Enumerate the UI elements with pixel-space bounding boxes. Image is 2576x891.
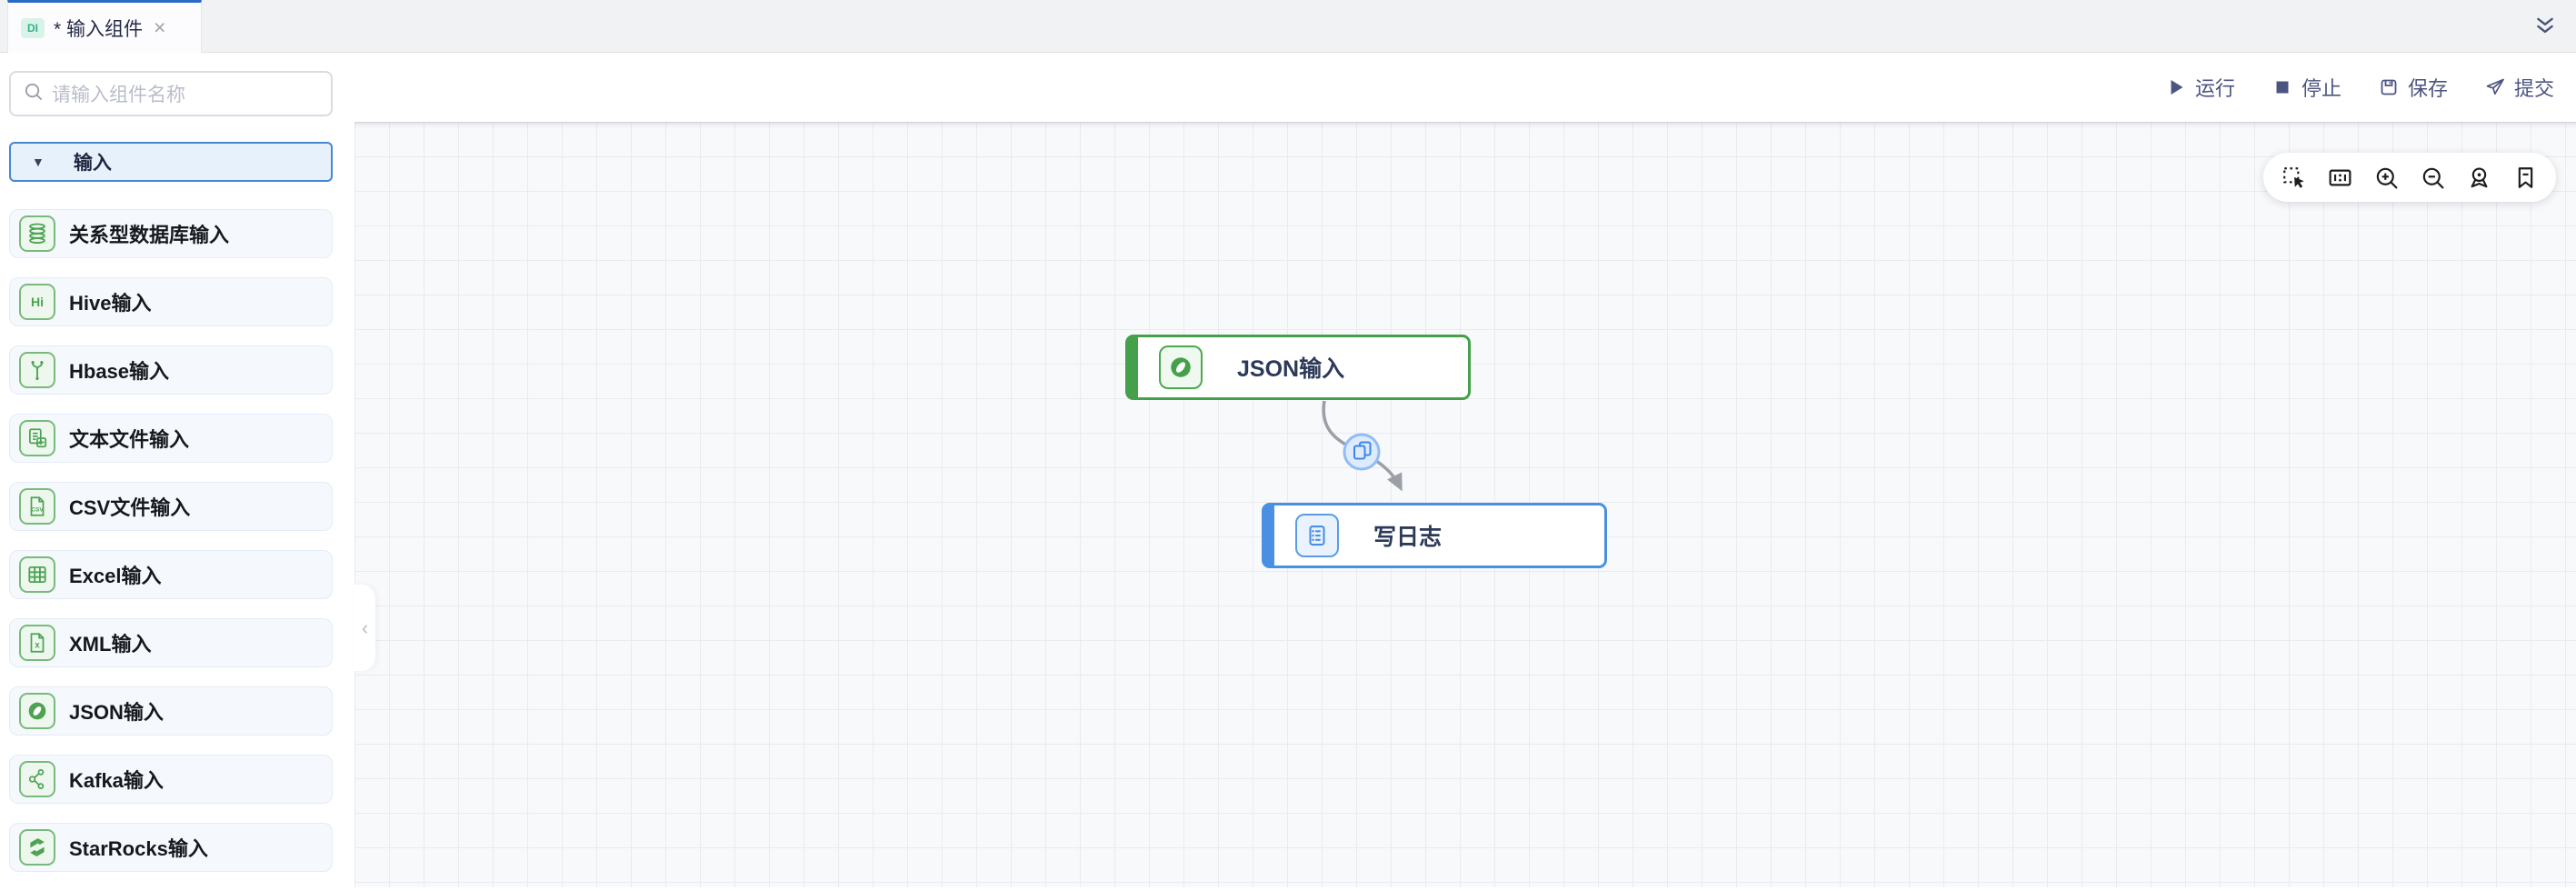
component-item-label: Hive输入 (69, 292, 152, 315)
node-accent-bar (1127, 336, 1138, 398)
component-item[interactable]: JSON输入 (9, 686, 333, 736)
zoom-out-icon[interactable] (2417, 162, 2448, 193)
marquee-select-icon[interactable] (2279, 162, 2310, 193)
edge-copy-badge (1343, 433, 1381, 471)
component-item[interactable]: 文本文件输入 (9, 414, 333, 463)
component-sidebar: 请输入组件名称 ▼ 输入 关系型数据库输入 Hi Hive输入 Hbase输入 文本文件… (0, 53, 354, 887)
log-icon (1295, 514, 1339, 557)
svg-text:CSV: CSV (31, 506, 44, 513)
flow-edge (1322, 400, 1403, 492)
search-icon (23, 81, 44, 106)
component-item-label: Hbase输入 (69, 360, 170, 383)
tab-title: * 输入组件 (54, 18, 144, 40)
flow-canvas[interactable]: 运行 停止 保存 提交 JSON输入 写日志 ‹ (354, 53, 2576, 887)
canvas-toolbar (2263, 153, 2556, 202)
double-chevron-down-icon[interactable] (2529, 10, 2561, 43)
locate-icon[interactable] (2463, 162, 2494, 193)
svg-text:Hi: Hi (31, 295, 44, 309)
action-label: 运行 (2194, 77, 2235, 100)
node-label: JSON输入 (1237, 356, 1345, 382)
flow-grid[interactable]: JSON输入 写日志 ‹ (354, 122, 2576, 887)
component-item[interactable]: Hi Hive输入 (9, 277, 333, 326)
component-item-label: XML输入 (69, 633, 152, 656)
caret-down-icon: ▼ (32, 155, 45, 169)
json-icon (1159, 345, 1203, 389)
stop-icon (2271, 76, 2293, 98)
component-item-label: CSV文件输入 (69, 496, 191, 519)
component-item[interactable]: Excel输入 (9, 550, 333, 599)
component-item-label: 关系型数据库输入 (69, 224, 230, 246)
bookmark-icon[interactable] (2510, 162, 2541, 193)
save-icon (2378, 76, 2400, 98)
component-item[interactable]: x XML输入 (9, 618, 333, 667)
section-header-input[interactable]: ▼ 输入 (9, 142, 333, 182)
component-item-label: JSON输入 (69, 701, 164, 724)
component-item-label: 文本文件输入 (69, 428, 190, 451)
canvas-actions: 运行 停止 保存 提交 (2165, 53, 2576, 122)
tab-close-icon[interactable]: × (154, 17, 165, 38)
section-label: 输入 (73, 153, 112, 174)
component-item-label: Excel输入 (69, 565, 162, 587)
node-json-input[interactable]: JSON输入 (1125, 335, 1471, 400)
run-button[interactable]: 运行 (2165, 73, 2235, 102)
component-item[interactable]: CSV CSV文件输入 (9, 482, 333, 531)
text-file-icon (19, 420, 55, 456)
zoom-in-icon[interactable] (2371, 162, 2402, 193)
action-label: 停止 (2301, 77, 2341, 100)
tab-bar: DI * 输入组件 × (0, 0, 2576, 53)
di-badge: DI (21, 17, 45, 38)
search-input[interactable]: 请输入组件名称 (9, 71, 333, 116)
component-item-label: StarRocks输入 (69, 837, 208, 860)
component-item[interactable]: StarRocks输入 (9, 823, 333, 872)
tab-input-components[interactable]: DI * 输入组件 × (7, 0, 202, 53)
sidebar-collapse-handle[interactable]: ‹ (354, 585, 375, 671)
json-icon (19, 693, 55, 729)
action-label: 提交 (2513, 77, 2554, 100)
submit-button[interactable]: 提交 (2484, 73, 2554, 102)
fit-view-icon[interactable] (2325, 162, 2356, 193)
hive-icon: Hi (19, 284, 55, 320)
node-accent-bar (1263, 505, 1274, 566)
search-placeholder: 请输入组件名称 (52, 85, 185, 105)
node-write-log[interactable]: 写日志 (1262, 503, 1607, 568)
component-list: 关系型数据库输入 Hi Hive输入 Hbase输入 文本文件输入 CSV CSV文件输入 E… (9, 209, 333, 891)
chevron-left-icon: ‹ (361, 616, 369, 639)
component-item[interactable]: Hbase输入 (9, 345, 333, 395)
starrocks-icon (19, 829, 55, 866)
save-button[interactable]: 保存 (2378, 73, 2448, 102)
csv-file-icon: CSV (19, 488, 55, 525)
kafka-icon (19, 761, 55, 797)
stop-button[interactable]: 停止 (2271, 73, 2341, 102)
xml-file-icon: x (19, 625, 55, 661)
component-item[interactable]: Kafka输入 (9, 755, 333, 804)
hbase-icon (19, 352, 55, 388)
submit-icon (2484, 76, 2506, 98)
run-icon (2165, 76, 2187, 98)
component-item[interactable]: 关系型数据库输入 (9, 209, 333, 258)
node-label: 写日志 (1373, 525, 1443, 550)
database-icon (19, 215, 55, 252)
svg-text:x: x (35, 640, 40, 650)
excel-icon (19, 556, 55, 593)
component-item-label: Kafka输入 (69, 769, 164, 792)
action-label: 保存 (2407, 77, 2448, 100)
